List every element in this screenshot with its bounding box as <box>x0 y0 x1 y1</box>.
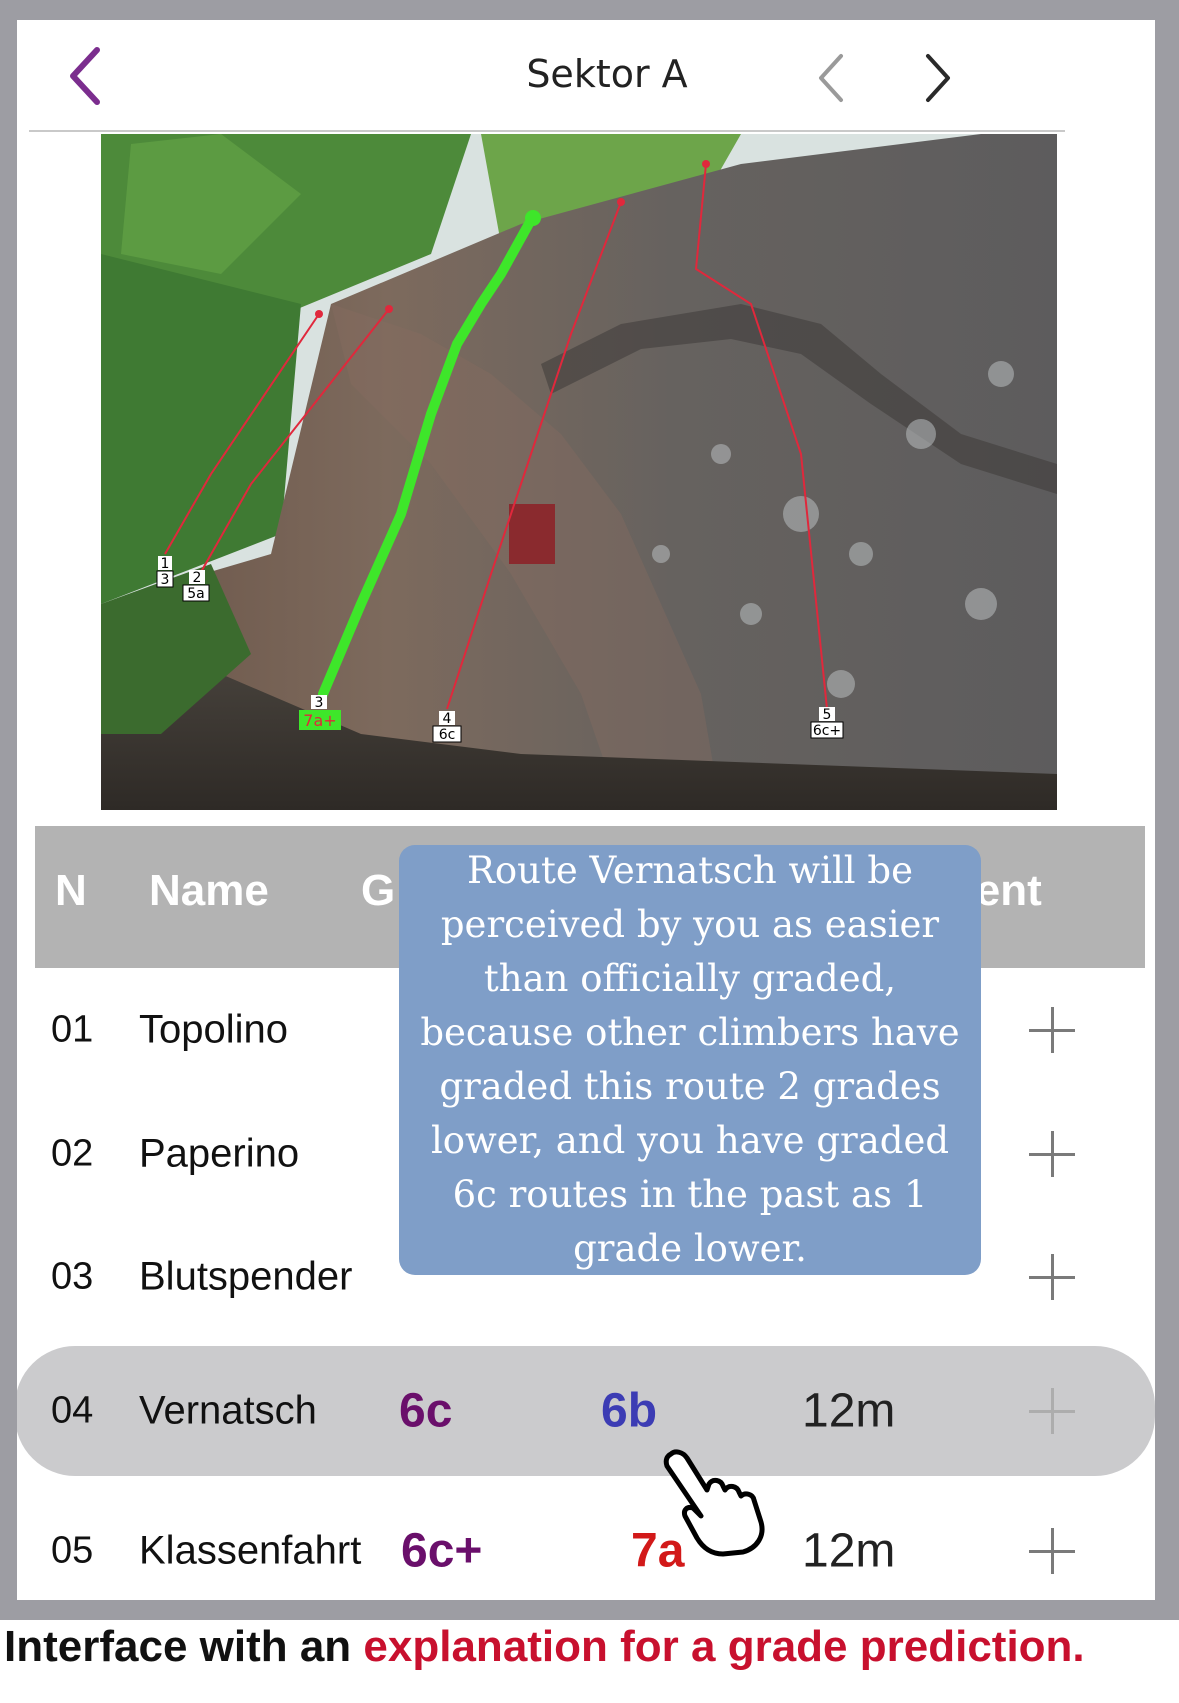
route-name: Vernatsch <box>139 1388 317 1433</box>
route-name: Klassenfahrt <box>139 1528 362 1573</box>
caption-prefix: Interface with an <box>4 1622 364 1671</box>
svg-text:6c+: 6c+ <box>813 723 841 739</box>
grade-explanation-tooltip: Route Vernatsch will be perceived by you… <box>399 845 981 1275</box>
svg-text:5a: 5a <box>187 586 205 602</box>
back-button[interactable] <box>55 42 115 112</box>
route-name: Topolino <box>139 1007 289 1052</box>
app-screen: Sektor A 1 3 2 5a 3 7a+ 4 6c 5 6c+ N Nam… <box>17 20 1155 1600</box>
svg-text:5: 5 <box>823 707 832 723</box>
svg-text:2: 2 <box>193 570 202 586</box>
next-sector-button[interactable] <box>912 42 962 112</box>
route-length: 12m <box>802 1384 896 1438</box>
route-number: 01 <box>51 1008 94 1051</box>
route-row-selected[interactable]: 04 Vernatsch 6c 6b 12m <box>17 1346 1155 1476</box>
chevron-right-icon <box>926 54 950 102</box>
figure-caption: Interface with an explanation for a grad… <box>4 1622 1179 1672</box>
column-number: N <box>55 866 87 915</box>
chevron-left-icon <box>819 54 843 102</box>
route-length: 12m <box>802 1524 896 1578</box>
svg-text:7a+: 7a+ <box>303 711 336 730</box>
route-row[interactable]: 05 Klassenfahrt 6c+ 7a 12m <box>17 1492 1155 1600</box>
predicted-grade[interactable]: 6b <box>601 1384 657 1439</box>
svg-text:1: 1 <box>161 556 170 572</box>
route-number: 05 <box>51 1529 94 1572</box>
column-name: Name <box>149 866 269 915</box>
add-ascent-button[interactable] <box>1029 1007 1075 1053</box>
route-number: 03 <box>51 1255 94 1298</box>
add-ascent-button[interactable] <box>1029 1131 1075 1177</box>
svg-text:3: 3 <box>161 572 170 588</box>
caption-highlight: explanation for a grade prediction. <box>363 1622 1085 1671</box>
header-divider <box>29 130 1065 132</box>
add-ascent-button[interactable] <box>1029 1528 1075 1574</box>
route-number: 02 <box>51 1132 94 1175</box>
route-name: Blutspender <box>139 1254 353 1299</box>
crag-photo[interactable]: 1 3 2 5a 3 7a+ 4 6c 5 6c+ <box>101 134 1057 810</box>
add-ascent-button[interactable] <box>1029 1388 1075 1434</box>
svg-text:4: 4 <box>443 711 452 727</box>
chevron-left-icon <box>70 47 100 105</box>
pointer-hand-icon <box>663 1449 765 1557</box>
tooltip-text: Route Vernatsch will be perceived by you… <box>420 849 960 1270</box>
device-frame: Sektor A 1 3 2 5a 3 7a+ 4 6c 5 6c+ N Nam… <box>0 0 1179 1620</box>
route-name: Paperino <box>139 1131 300 1176</box>
top-bar: Sektor A <box>17 20 1155 132</box>
svg-text:3: 3 <box>315 695 324 711</box>
official-grade: 6c <box>399 1384 453 1438</box>
official-grade: 6c+ <box>401 1524 483 1578</box>
page-title: Sektor A <box>526 52 688 96</box>
svg-text:6c: 6c <box>439 727 456 743</box>
column-grade: G <box>361 866 396 915</box>
previous-sector-button[interactable] <box>807 42 857 112</box>
add-ascent-button[interactable] <box>1029 1254 1075 1300</box>
route-number: 04 <box>51 1389 94 1432</box>
